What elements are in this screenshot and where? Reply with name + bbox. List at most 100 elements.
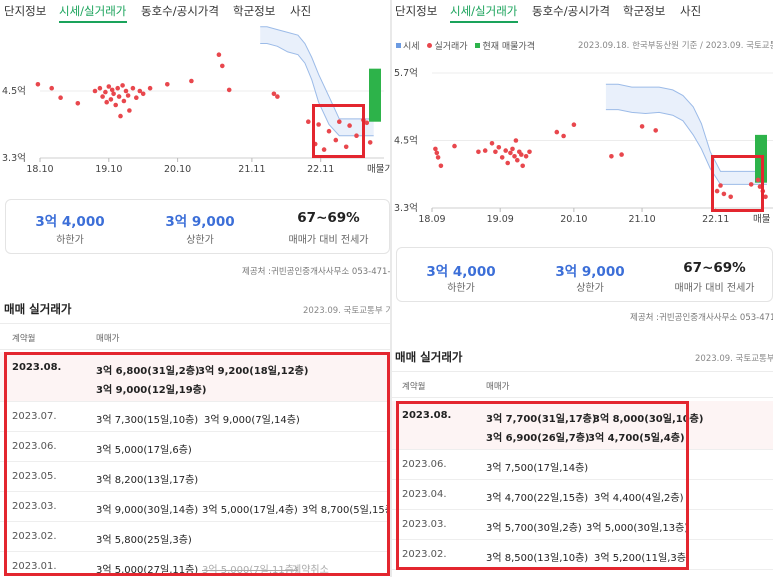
- trade-point: [434, 150, 440, 156]
- x-tick-label: 20.10: [560, 214, 587, 225]
- table-row: 2023.01. 3억 5,000(27일,11층) 3억 5,000(7일,1…: [0, 552, 390, 577]
- deal-entry: 3억 8,700(5일,15층): [302, 505, 390, 516]
- left-section-reference: 2023.09. 국토교통부 기: [303, 306, 390, 316]
- table-row: 2023.05. 3억 8,200(13일,17층): [0, 462, 390, 492]
- trade-point: [653, 128, 658, 133]
- right-ratio-value: 67~69%: [683, 260, 746, 276]
- tab-unit-official-price[interactable]: 동호수/공시가격: [532, 3, 610, 19]
- right-section-divider: [392, 371, 773, 372]
- row-month: 2023.03.: [12, 501, 57, 512]
- left-high-price-label: 상한가: [186, 235, 214, 246]
- left-section-divider: [0, 323, 390, 324]
- trade-point: [140, 91, 146, 97]
- table-row: 2023.03. 3억 5,700(30일,2층) 3억 5,000(30일,1…: [392, 510, 773, 540]
- tab-price-trades[interactable]: 시세/실거래가: [450, 3, 517, 19]
- left-ratio-value: 67~69%: [297, 210, 360, 226]
- left-tab-bar: 단지정보 시세/실거래가 동호수/공시가격 학군정보 사진: [0, 0, 390, 23]
- trade-point: [189, 78, 194, 84]
- trade-point: [120, 83, 125, 88]
- y-tick-label: 4.5억: [394, 135, 418, 147]
- trade-point: [364, 120, 370, 126]
- active-tab-underline: [450, 21, 518, 23]
- trade-point: [121, 98, 127, 104]
- right-high-price-value: 3억 9,000: [555, 264, 625, 280]
- right-price-chart: 5.7억 4.5억 3.3억 18.09 19.09 20.10 21.10 22.11 매물: [392, 56, 773, 226]
- table-row: 2023.06. 3억 7,500(17일,14층): [392, 450, 773, 480]
- trade-point: [438, 163, 444, 169]
- deal-entry: 3억 7,700(31일,17층): [486, 414, 597, 425]
- table-row: 2023.08. 3억 6,800(31일,2층) 3억 9,200(18일,1…: [0, 352, 390, 402]
- row-month: 2023.02.: [402, 549, 447, 560]
- right-chart-reference: 2023.09.18. 한국부동산원 기준 / 2023.09. 국토교통부: [578, 41, 773, 51]
- deal-entry: 3억 5,200(11일,3층): [594, 553, 690, 564]
- left-low-price-label: 하한가: [56, 235, 84, 246]
- trade-point: [326, 128, 332, 134]
- deal-entry: 3억 9,000(30일,14층): [96, 505, 199, 516]
- deal-entry: 3억 7,300(15일,10층): [96, 415, 199, 426]
- trade-point: [92, 88, 98, 94]
- tab-school-info[interactable]: 학군정보: [623, 3, 665, 19]
- trade-point: [165, 82, 170, 87]
- legend-market-swatch: [396, 43, 401, 48]
- left-price-chart-svg: 4.5억 3.3억18.10 19.10 20.10 21.11 22.11 매물가: [2, 26, 390, 175]
- left-provider-info: 제공처 :귀빈공인중개사사무소 053-471-00: [242, 267, 390, 277]
- trade-point: [49, 85, 54, 91]
- right-provider-info: 제공처 :귀빈공인중개사사무소 053-471-: [630, 313, 773, 323]
- listing-axis-label: 매물가: [367, 164, 390, 175]
- trade-point: [554, 129, 560, 135]
- trade-point: [347, 123, 352, 128]
- trade-point: [103, 89, 108, 95]
- row-month: 2023.02.: [12, 531, 57, 542]
- table-row: 2023.06. 3억 5,000(17일,6층): [0, 432, 390, 462]
- deal-entry: 3억 5,000(30일,13층): [586, 523, 689, 534]
- deal-entry: 3억 8,200(13일,17층): [96, 475, 199, 486]
- trade-point: [75, 101, 81, 106]
- deal-entry: 3억 8,000(30일,10층): [593, 414, 704, 425]
- listing-price-bar: [369, 68, 381, 122]
- tab-price-trades[interactable]: 시세/실거래가: [59, 3, 126, 19]
- trade-point: [130, 85, 136, 91]
- row-month: 2023.06.: [12, 441, 57, 452]
- trade-point: [763, 194, 768, 200]
- y-tick-label: 3.3억: [394, 202, 418, 214]
- trade-point: [433, 146, 438, 152]
- trade-point: [489, 141, 495, 146]
- legend-listing-swatch: [475, 43, 481, 48]
- trade-point: [337, 119, 342, 124]
- right-ratio-block: 67~69% 매매가 대비 전세가: [655, 248, 773, 301]
- trade-point: [58, 95, 63, 100]
- trade-point: [609, 154, 614, 159]
- right-ratio-label: 매매가 대비 전세가: [674, 283, 755, 294]
- tab-unit-official-price[interactable]: 동호수/공시가격: [141, 3, 219, 19]
- trade-point: [97, 85, 103, 91]
- trade-point: [527, 149, 532, 155]
- trade-point: [508, 150, 513, 156]
- trade-point: [306, 119, 311, 124]
- trade-point: [493, 149, 498, 155]
- tab-complex-info[interactable]: 단지정보: [4, 3, 46, 19]
- trade-point: [757, 184, 763, 189]
- tab-school-info[interactable]: 학군정보: [233, 3, 275, 19]
- table-row: 2023.08. 3억 7,700(31일,17층) 3억 8,000(30일,…: [392, 401, 773, 450]
- trade-point: [367, 140, 373, 145]
- table-row: 2023.07. 3억 7,300(15일,10층) 3억 9,000(7일,1…: [0, 402, 390, 432]
- trade-point: [619, 152, 624, 157]
- tab-photos[interactable]: 사진: [680, 3, 701, 19]
- trade-point: [134, 95, 139, 100]
- legend-market-price: 시세: [396, 42, 420, 52]
- trade-point: [127, 108, 132, 113]
- left-low-price-value: 3억 4,000: [35, 214, 105, 230]
- trade-point: [113, 102, 118, 108]
- trade-point: [513, 138, 519, 143]
- left-price-chart: 4.5억 3.3억 18.10 19.10 20.10 21.11 22.11 매물가: [0, 24, 390, 178]
- left-header-divider: [0, 349, 390, 350]
- trade-point: [496, 145, 502, 150]
- trade-point: [111, 91, 116, 97]
- trade-point: [343, 144, 349, 150]
- right-high-price-block: 3억 9,000 상한가: [525, 248, 655, 301]
- deal-entry: 3억 5,000(27일,11층): [96, 565, 199, 576]
- trade-point: [515, 157, 520, 163]
- trade-point: [354, 133, 359, 138]
- tab-photos[interactable]: 사진: [290, 3, 311, 19]
- tab-complex-info[interactable]: 단지정보: [395, 3, 437, 19]
